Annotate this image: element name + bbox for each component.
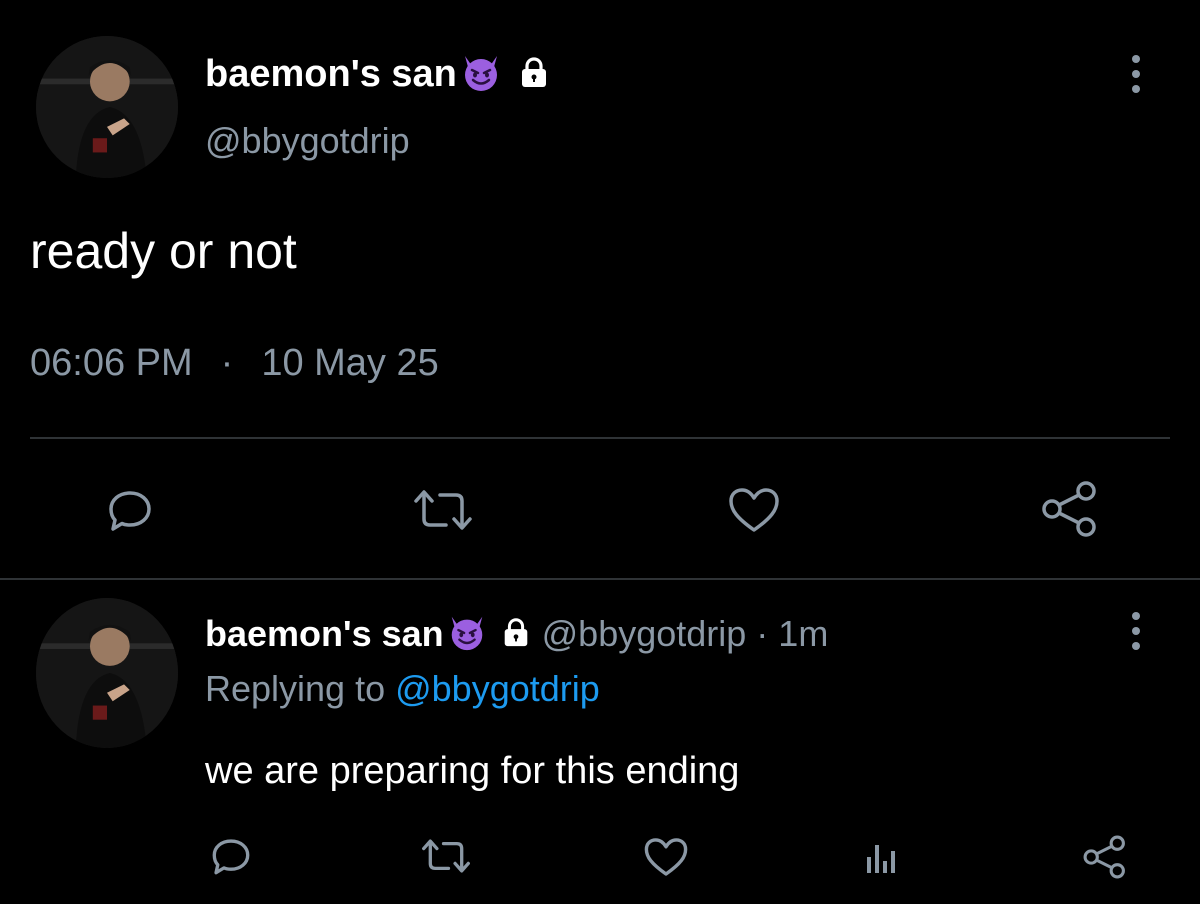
- reply-button[interactable]: [206, 832, 256, 880]
- reply-icon: [212, 839, 250, 875]
- share-button[interactable]: [1038, 478, 1102, 540]
- retweet-button[interactable]: [418, 834, 474, 878]
- retweet-icon: [422, 839, 470, 873]
- heart-icon: [644, 838, 688, 876]
- meta-separator: ·: [220, 342, 234, 384]
- divider: [30, 437, 1170, 439]
- dot-icon: [1132, 612, 1140, 620]
- like-button[interactable]: [640, 834, 692, 880]
- smiling-face-with-horns-icon: [459, 50, 503, 99]
- dot-icon: [1132, 55, 1140, 63]
- analytics-icon: [867, 845, 895, 873]
- display-name-row: baemon's san: [205, 52, 551, 96]
- lock-icon: [517, 55, 551, 94]
- display-name[interactable]: baemon's san: [205, 53, 457, 96]
- dot-icon: [1132, 70, 1140, 78]
- reply-avatar[interactable]: [36, 598, 178, 748]
- share-icon: [1083, 835, 1125, 879]
- more-options-button[interactable]: [1130, 612, 1142, 650]
- heart-icon: [729, 488, 779, 532]
- lock-icon: [500, 616, 532, 653]
- dot-icon: [1132, 85, 1140, 93]
- more-options-button[interactable]: [1130, 55, 1142, 93]
- replying-label: Replying to: [205, 668, 396, 709]
- tweet-time: 06:06 PM: [30, 342, 193, 384]
- smiling-face-with-horns-icon: [446, 611, 488, 658]
- reply-text: we are preparing for this ending: [205, 750, 740, 792]
- dot-icon: [1132, 627, 1140, 635]
- handle[interactable]: @bbygotdrip: [205, 120, 410, 162]
- tweet-meta: 06:06 PM · 10 May 25: [30, 342, 439, 385]
- reply-header-row: baemon's san @bbygotdrip · 1m: [205, 612, 828, 656]
- replying-to: Replying to @bbygotdrip: [205, 668, 600, 710]
- avatar[interactable]: [36, 36, 178, 178]
- retweet-button[interactable]: [408, 482, 478, 538]
- replying-handle-link[interactable]: @bbygotdrip: [395, 668, 600, 709]
- reply-handle-time[interactable]: @bbygotdrip · 1m: [542, 613, 829, 655]
- reply-button[interactable]: [100, 482, 160, 538]
- share-button[interactable]: [1080, 832, 1130, 882]
- reply-display-name[interactable]: baemon's san: [205, 613, 444, 655]
- analytics-button[interactable]: [860, 834, 900, 880]
- tweet-text: ready or not: [30, 223, 297, 279]
- reply-icon: [109, 491, 151, 531]
- tweet-date: 10 May 25: [261, 342, 439, 384]
- dot-icon: [1132, 642, 1140, 650]
- retweet-icon: [414, 490, 472, 530]
- like-button[interactable]: [724, 482, 784, 538]
- avatar-photo: [36, 598, 178, 748]
- avatar-photo: [36, 36, 178, 178]
- share-icon: [1042, 481, 1096, 537]
- divider: [0, 578, 1200, 580]
